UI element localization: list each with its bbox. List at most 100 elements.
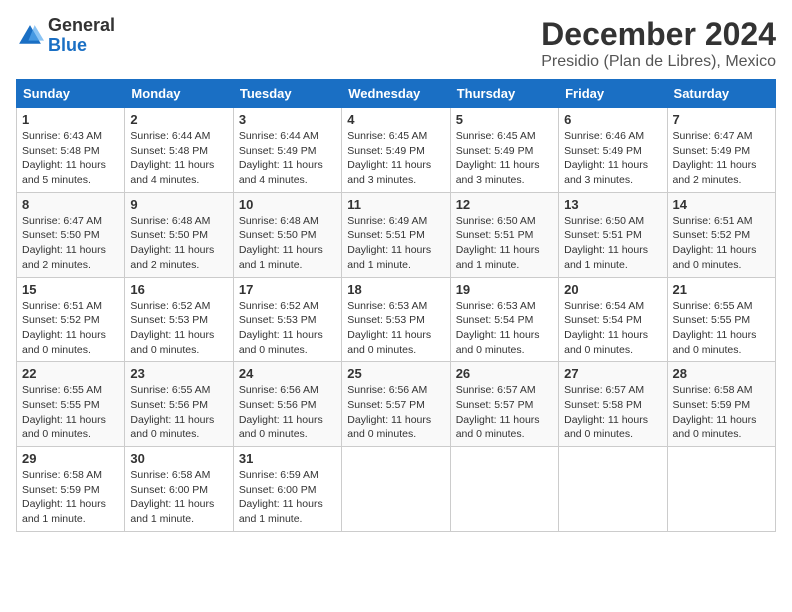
page-header: General Blue December 2024 Presidio (Pla… (16, 16, 776, 71)
calendar-day-cell: 29Sunrise: 6:58 AMSunset: 5:59 PMDayligh… (17, 447, 125, 532)
day-number: 22 (22, 366, 119, 381)
day-header-thursday: Thursday (450, 80, 558, 108)
day-number: 18 (347, 282, 444, 297)
day-info: Sunrise: 6:57 AMSunset: 5:58 PMDaylight:… (564, 383, 661, 442)
day-info: Sunrise: 6:45 AMSunset: 5:49 PMDaylight:… (347, 129, 444, 188)
calendar-day-cell: 27 Sunrise: 6:57 AMSunset: 5:58 PMDayligh… (559, 362, 667, 447)
day-number: 25 (347, 366, 444, 381)
calendar-day-cell: 3 Sunrise: 6:44 AMSunset: 5:49 PMDaylight… (233, 108, 341, 193)
day-number: 11 (347, 197, 444, 212)
day-number: 29 (22, 451, 119, 466)
day-number: 10 (239, 197, 336, 212)
calendar-day-cell: 25 Sunrise: 6:56 AMSunset: 5:57 PMDayligh… (342, 362, 450, 447)
day-info: Sunrise: 6:57 AMSunset: 5:57 PMDaylight:… (456, 383, 553, 442)
day-number: 31 (239, 451, 336, 466)
day-info: Sunrise: 6:53 AMSunset: 5:53 PMDaylight:… (347, 299, 444, 358)
day-number: 8 (22, 197, 119, 212)
day-header-monday: Monday (125, 80, 233, 108)
day-number: 20 (564, 282, 661, 297)
day-info: Sunrise: 6:47 AMSunset: 5:50 PMDaylight:… (22, 214, 119, 273)
day-info: Sunrise: 6:52 AMSunset: 5:53 PMDaylight:… (239, 299, 336, 358)
day-info: Sunrise: 6:56 AMSunset: 5:57 PMDaylight:… (347, 383, 444, 442)
calendar-day-cell: 30Sunrise: 6:58 AMSunset: 6:00 PMDayligh… (125, 447, 233, 532)
calendar-day-cell: 11 Sunrise: 6:49 AMSunset: 5:51 PMDayligh… (342, 192, 450, 277)
calendar-day-cell: 19 Sunrise: 6:53 AMSunset: 5:54 PMDayligh… (450, 277, 558, 362)
calendar-day-cell: 26 Sunrise: 6:57 AMSunset: 5:57 PMDayligh… (450, 362, 558, 447)
day-number: 3 (239, 112, 336, 127)
day-number: 17 (239, 282, 336, 297)
calendar-day-cell: 23 Sunrise: 6:55 AMSunset: 5:56 PMDayligh… (125, 362, 233, 447)
calendar-day-cell: 8 Sunrise: 6:47 AMSunset: 5:50 PMDaylight… (17, 192, 125, 277)
calendar-day-cell: 1 Sunrise: 6:43 AMSunset: 5:48 PMDaylight… (17, 108, 125, 193)
empty-day-cell (559, 447, 667, 532)
calendar-day-cell: 24Sunrise: 6:56 AMSunset: 5:56 PMDayligh… (233, 362, 341, 447)
day-info: Sunrise: 6:43 AMSunset: 5:48 PMDaylight:… (22, 129, 119, 188)
day-header-saturday: Saturday (667, 80, 775, 108)
day-header-tuesday: Tuesday (233, 80, 341, 108)
day-number: 5 (456, 112, 553, 127)
day-info: Sunrise: 6:59 AMSunset: 6:00 PMDaylight:… (239, 468, 336, 527)
day-number: 2 (130, 112, 227, 127)
day-info: Sunrise: 6:58 AMSunset: 5:59 PMDaylight:… (673, 383, 770, 442)
page-subtitle: Presidio (Plan de Libres), Mexico (541, 53, 776, 71)
title-block: December 2024 Presidio (Plan de Libres),… (541, 16, 776, 71)
calendar-day-cell: 20 Sunrise: 6:54 AMSunset: 5:54 PMDayligh… (559, 277, 667, 362)
calendar-week-row: 1 Sunrise: 6:43 AMSunset: 5:48 PMDaylight… (17, 108, 776, 193)
day-info: Sunrise: 6:56 AMSunset: 5:56 PMDaylight:… (239, 383, 336, 442)
logo-general: General (48, 15, 115, 35)
calendar-table: SundayMondayTuesdayWednesdayThursdayFrid… (16, 79, 776, 532)
calendar-week-row: 15Sunrise: 6:51 AMSunset: 5:52 PMDayligh… (17, 277, 776, 362)
day-info: Sunrise: 6:48 AMSunset: 5:50 PMDaylight:… (130, 214, 227, 273)
calendar-header-row: SundayMondayTuesdayWednesdayThursdayFrid… (17, 80, 776, 108)
day-info: Sunrise: 6:55 AMSunset: 5:55 PMDaylight:… (22, 383, 119, 442)
day-number: 12 (456, 197, 553, 212)
day-number: 30 (130, 451, 227, 466)
day-info: Sunrise: 6:44 AMSunset: 5:48 PMDaylight:… (130, 129, 227, 188)
calendar-day-cell: 21 Sunrise: 6:55 AMSunset: 5:55 PMDayligh… (667, 277, 775, 362)
day-number: 21 (673, 282, 770, 297)
day-info: Sunrise: 6:52 AMSunset: 5:53 PMDaylight:… (130, 299, 227, 358)
day-info: Sunrise: 6:55 AMSunset: 5:55 PMDaylight:… (673, 299, 770, 358)
calendar-day-cell: 2 Sunrise: 6:44 AMSunset: 5:48 PMDaylight… (125, 108, 233, 193)
calendar-day-cell: 16 Sunrise: 6:52 AMSunset: 5:53 PMDayligh… (125, 277, 233, 362)
calendar-day-cell: 17 Sunrise: 6:52 AMSunset: 5:53 PMDayligh… (233, 277, 341, 362)
empty-day-cell (450, 447, 558, 532)
calendar-day-cell: 22 Sunrise: 6:55 AMSunset: 5:55 PMDayligh… (17, 362, 125, 447)
day-number: 9 (130, 197, 227, 212)
day-info: Sunrise: 6:47 AMSunset: 5:49 PMDaylight:… (673, 129, 770, 188)
day-number: 1 (22, 112, 119, 127)
day-number: 4 (347, 112, 444, 127)
day-number: 19 (456, 282, 553, 297)
calendar-day-cell: 31 Sunrise: 6:59 AMSunset: 6:00 PMDayligh… (233, 447, 341, 532)
calendar-day-cell: 9 Sunrise: 6:48 AMSunset: 5:50 PMDaylight… (125, 192, 233, 277)
day-number: 14 (673, 197, 770, 212)
calendar-day-cell: 18 Sunrise: 6:53 AMSunset: 5:53 PMDayligh… (342, 277, 450, 362)
empty-day-cell (667, 447, 775, 532)
day-info: Sunrise: 6:46 AMSunset: 5:49 PMDaylight:… (564, 129, 661, 188)
calendar-day-cell: 15Sunrise: 6:51 AMSunset: 5:52 PMDayligh… (17, 277, 125, 362)
day-number: 23 (130, 366, 227, 381)
empty-day-cell (342, 447, 450, 532)
calendar-week-row: 29Sunrise: 6:58 AMSunset: 5:59 PMDayligh… (17, 447, 776, 532)
day-info: Sunrise: 6:50 AMSunset: 5:51 PMDaylight:… (564, 214, 661, 273)
day-number: 13 (564, 197, 661, 212)
calendar-day-cell: 4 Sunrise: 6:45 AMSunset: 5:49 PMDaylight… (342, 108, 450, 193)
day-number: 27 (564, 366, 661, 381)
day-info: Sunrise: 6:49 AMSunset: 5:51 PMDaylight:… (347, 214, 444, 273)
day-number: 16 (130, 282, 227, 297)
page-title: December 2024 (541, 16, 776, 53)
logo-text: General Blue (48, 16, 115, 56)
day-header-wednesday: Wednesday (342, 80, 450, 108)
day-info: Sunrise: 6:55 AMSunset: 5:56 PMDaylight:… (130, 383, 227, 442)
calendar-week-row: 22 Sunrise: 6:55 AMSunset: 5:55 PMDayligh… (17, 362, 776, 447)
day-number: 28 (673, 366, 770, 381)
calendar-day-cell: 7Sunrise: 6:47 AMSunset: 5:49 PMDaylight… (667, 108, 775, 193)
day-info: Sunrise: 6:50 AMSunset: 5:51 PMDaylight:… (456, 214, 553, 273)
day-number: 15 (22, 282, 119, 297)
day-info: Sunrise: 6:44 AMSunset: 5:49 PMDaylight:… (239, 129, 336, 188)
calendar-day-cell: 13 Sunrise: 6:50 AMSunset: 5:51 PMDayligh… (559, 192, 667, 277)
day-info: Sunrise: 6:53 AMSunset: 5:54 PMDaylight:… (456, 299, 553, 358)
day-info: Sunrise: 6:54 AMSunset: 5:54 PMDaylight:… (564, 299, 661, 358)
logo-blue: Blue (48, 35, 87, 55)
day-number: 26 (456, 366, 553, 381)
